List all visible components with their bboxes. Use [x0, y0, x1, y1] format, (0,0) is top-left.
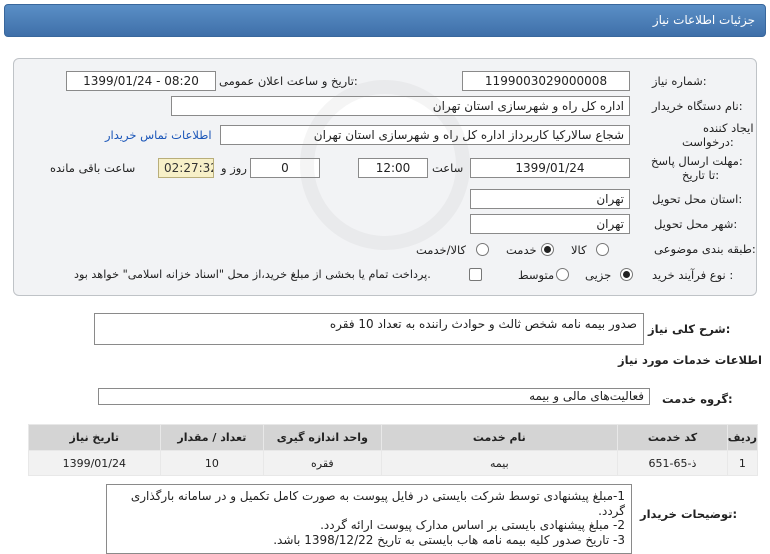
category-label: طبقه بندی موضوعی:: [654, 242, 756, 256]
notes-line-1: 1-مبلغ پیشنهادی توسط شرکت بایستی در فایل…: [130, 489, 625, 503]
cell-date: 1399/01/24: [28, 450, 161, 476]
notes-line-2: گردد.: [598, 503, 625, 518]
col-unit-header: واحد اندازه گیری: [263, 424, 382, 451]
radio-minor[interactable]: [620, 268, 633, 281]
treasury-payment-note: پرداخت تمام یا بخشی از مبلغ خرید،از محل …: [74, 268, 431, 281]
cell-qty: 10: [159, 450, 265, 476]
radio-service-label: خدمت: [506, 243, 537, 257]
radio-minor-label: جزیی: [585, 268, 612, 282]
col-row-header: ردیف: [726, 424, 759, 451]
delivery-province-field: تهران: [470, 189, 630, 209]
services-table: ردیف کد خدمت نام خدمت واحد اندازه گیری ت…: [28, 424, 759, 476]
table-row: 1 ذ-65-651 بیمه فقره 10 1399/01/24: [28, 450, 759, 476]
announce-datetime-field: 1399/01/24 - 08:20: [66, 71, 216, 91]
need-number-field: 1199003029000008: [462, 71, 630, 91]
radio-medium-label: متوسط: [518, 268, 555, 282]
announce-datetime-label: تاریخ و ساعت اعلان عمومی:: [219, 74, 358, 88]
summary-field: صدور بیمه نامه شخص ثالث و حوادث راننده ب…: [94, 313, 644, 345]
radio-goods-label: کالا: [571, 243, 587, 257]
buyer-notes-label: توضیحات خریدار:: [640, 507, 738, 521]
radio-goods[interactable]: [596, 243, 609, 256]
days-label: روز و: [221, 161, 247, 175]
delivery-province-label: استان محل تحویل:: [652, 192, 743, 206]
buyer-contact-link[interactable]: اطلاعات تماس خریدار: [105, 128, 212, 142]
remaining-days-field: 0: [250, 158, 320, 178]
cell-code: ذ-65-651: [617, 450, 728, 476]
page-header: جزئیات اطلاعات نیاز: [4, 4, 766, 37]
radio-goods-service-label: کالا/خدمت: [416, 243, 467, 257]
buyer-org-field: اداره کل راه و شهرسازی استان تهران: [171, 96, 630, 116]
cell-unit: فقره: [263, 450, 382, 476]
treasury-payment-checkbox[interactable]: [469, 268, 482, 281]
delivery-city-label: شهر محل تحویل:: [654, 217, 738, 231]
buyer-notes-field: 1-مبلغ پیشنهادی توسط شرکت بایستی در فایل…: [106, 484, 632, 554]
requester-label-line1: ایجاد کننده: [703, 121, 754, 135]
delivery-city-field: تهران: [470, 214, 630, 234]
deadline-time-label: ساعت: [432, 161, 464, 175]
table-header-row: ردیف کد خدمت نام خدمت واحد اندازه گیری ت…: [28, 424, 759, 451]
remaining-time-label: ساعت باقی مانده: [50, 161, 136, 175]
col-qty-header: تعداد / مقدار: [159, 424, 265, 451]
summary-label: شرح کلی نیاز:: [648, 322, 731, 336]
process-label: نوع فرآیند خرید :: [652, 268, 734, 282]
deadline-label-line2: تا تاریخ:: [682, 168, 720, 182]
col-name-header: نام خدمت: [380, 424, 619, 451]
buyer-org-label: نام دستگاه خریدار:: [652, 99, 743, 113]
deadline-date-field: 1399/01/24: [470, 158, 630, 178]
cell-row: 1: [726, 450, 759, 476]
radio-medium[interactable]: [556, 268, 569, 281]
deadline-label-line1: مهلت ارسال پاسخ:: [651, 154, 743, 168]
col-date-header: تاریخ نیاز: [28, 424, 161, 451]
service-group-field: فعالیت‌های مالی و بیمه: [98, 388, 650, 405]
deadline-time-field: 12:00: [358, 158, 428, 178]
radio-service[interactable]: [541, 243, 554, 256]
services-info-title: اطلاعات خدمات مورد نیاز: [618, 353, 762, 367]
requester-field: شجاع سالارکیا کاربرداز اداره کل راه و شه…: [220, 125, 630, 145]
col-code-header: کد خدمت: [617, 424, 728, 451]
notes-line-3: 2- مبلغ پیشنهادی بایستی بر اساس مدارک پی…: [320, 518, 625, 532]
cell-name: بیمه: [380, 450, 619, 476]
requester-label-line2: درخواست:: [682, 135, 734, 149]
radio-goods-service[interactable]: [476, 243, 489, 256]
need-number-label: شماره نیاز:: [652, 74, 707, 88]
page-title: جزئیات اطلاعات نیاز: [652, 13, 755, 27]
service-group-label: گروه خدمت:: [662, 392, 733, 406]
remaining-time-field: 02:27:32: [158, 158, 214, 178]
